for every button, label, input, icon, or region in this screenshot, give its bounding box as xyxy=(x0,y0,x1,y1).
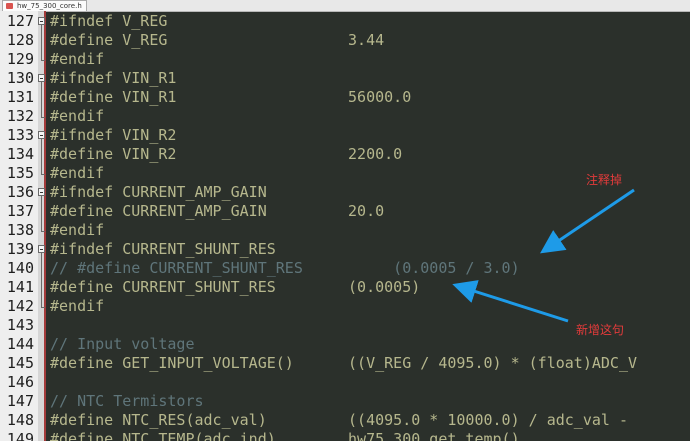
annotation-arrows xyxy=(452,188,635,323)
arrow-to-line-140 xyxy=(540,188,635,254)
arrow-to-line-141 xyxy=(452,280,569,323)
